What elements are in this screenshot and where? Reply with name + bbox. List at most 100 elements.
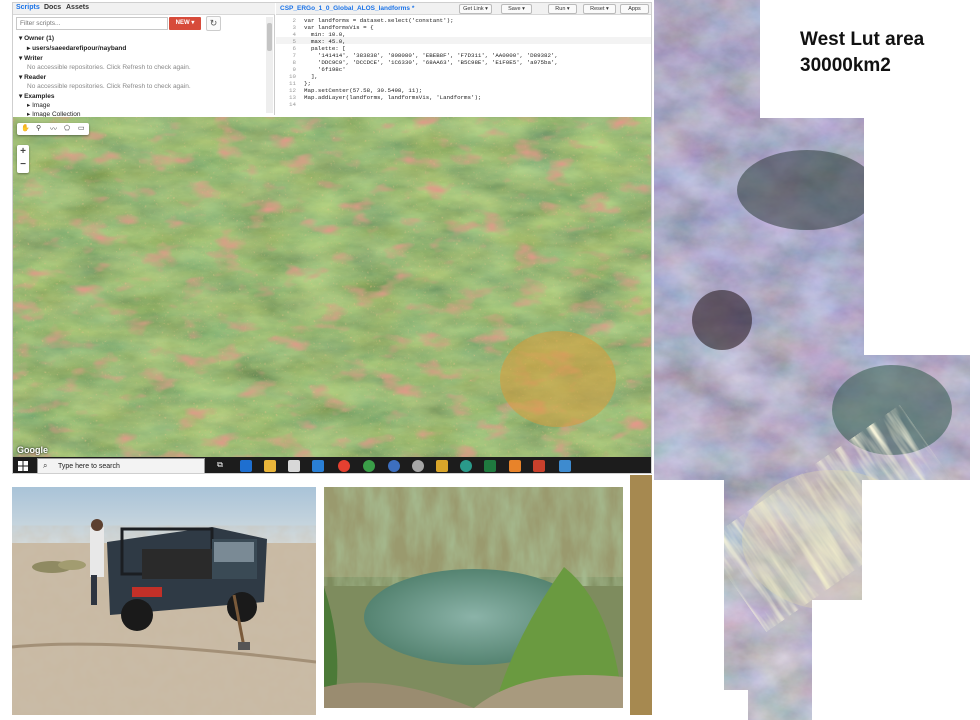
line-number: 3 xyxy=(292,24,296,31)
map-canvas[interactable]: ✋ ⚲ 〰 ⬠ ▭ + − Google xyxy=(13,117,651,457)
google-earth-icon[interactable] xyxy=(363,460,375,472)
button-label: Reset xyxy=(590,6,605,12)
line-number: 5 xyxy=(292,38,296,45)
line-number: 11 xyxy=(289,80,296,87)
line-number: 2 xyxy=(292,17,296,24)
button-label: Save xyxy=(508,6,521,12)
line-number: 10 xyxy=(289,73,296,80)
editor-toolbar: CSP_ERGo_1_0_Global_ALOS_landforms * Get… xyxy=(276,3,651,15)
line-number: 12 xyxy=(289,87,296,94)
taskbar-search[interactable]: ⌕ Type here to search xyxy=(37,458,205,473)
run-button[interactable]: Run ▾ xyxy=(548,4,577,14)
tree-label: Owner (1) xyxy=(24,35,55,42)
tab-docs[interactable]: Docs xyxy=(44,4,61,11)
reset-button[interactable]: Reset ▾ xyxy=(583,4,616,14)
teal-app-icon[interactable] xyxy=(460,460,472,472)
scrollbar-thumb[interactable] xyxy=(267,23,272,51)
zoom-in-button[interactable]: + xyxy=(17,146,29,158)
powerpoint-icon[interactable] xyxy=(533,460,545,472)
tree-label: Writer xyxy=(24,55,43,62)
line-number: 6 xyxy=(292,45,296,52)
filter-scripts-input[interactable] xyxy=(16,17,168,30)
new-script-button[interactable]: NEW ▾ xyxy=(169,17,201,30)
tree-writer[interactable]: ▾ Writer xyxy=(19,54,43,62)
tree-reader[interactable]: ▾ Reader xyxy=(19,73,46,81)
code-line: palette: [ xyxy=(304,45,346,52)
code-line: ], xyxy=(304,73,318,80)
refresh-button[interactable]: ↻ xyxy=(206,16,221,31)
tab-scripts[interactable]: Scripts xyxy=(16,4,40,11)
save-button[interactable]: Save ▾ xyxy=(501,4,532,14)
photo-oasis-pond xyxy=(324,487,623,708)
tree-label: users/saeedarefipour/nayband xyxy=(32,45,127,52)
code-line: 'DDC9C9', 'DCCDCE', '1C6330', '68AA63', … xyxy=(304,59,558,66)
code-editor: CSP_ERGo_1_0_Global_ALOS_landforms * Get… xyxy=(276,3,651,115)
orange-app-icon[interactable] xyxy=(509,460,521,472)
new-button-label: NEW xyxy=(175,20,190,26)
satellite-image-west-lut xyxy=(654,0,970,720)
tab-assets[interactable]: Assets xyxy=(66,4,89,11)
line-number: 13 xyxy=(289,94,296,101)
tree-image[interactable]: ▸ Image xyxy=(27,101,50,109)
code-line: '141414', '383838', '808080', 'EBEB8F', … xyxy=(304,52,558,59)
tree-label: Reader xyxy=(24,74,47,81)
search-placeholder: Type here to search xyxy=(58,463,120,470)
map-title: West Lut area 30000km2 xyxy=(800,27,924,79)
line-icon[interactable]: 〰 xyxy=(50,124,57,134)
button-label: Run xyxy=(555,6,566,12)
grid-app-icon[interactable] xyxy=(436,460,448,472)
rectangle-icon[interactable]: ▭ xyxy=(78,124,85,132)
refresh-icon: ↻ xyxy=(209,18,218,28)
title-line-2: 30000km2 xyxy=(800,55,891,76)
button-label: Apps xyxy=(628,6,641,12)
windows-taskbar: ⌕ Type here to search ⧉ xyxy=(13,457,651,473)
hand-icon[interactable]: ✋ xyxy=(21,124,30,132)
scripts-panel: Scripts Docs Assets NEW ▾ ↻ ▾ Owner (1) … xyxy=(13,3,275,118)
button-label: Get Link xyxy=(463,6,484,12)
mail-icon[interactable] xyxy=(312,460,324,472)
earth-engine-editor: Scripts Docs Assets NEW ▾ ↻ ▾ Owner (1) … xyxy=(12,2,652,474)
line-number: 7 xyxy=(292,52,296,59)
store-icon[interactable] xyxy=(288,460,300,472)
photo-truck-desert xyxy=(12,487,316,715)
line-number: 8 xyxy=(292,59,296,66)
get-link-button[interactable]: Get Link ▾ xyxy=(459,4,492,14)
marker-icon[interactable]: ⚲ xyxy=(36,124,41,132)
tree-reader-empty: No accessible repositories. Click Refres… xyxy=(27,83,191,90)
globe-icon[interactable] xyxy=(412,460,424,472)
file-tab[interactable]: CSP_ERGo_1_0_Global_ALOS_landforms * xyxy=(278,3,416,15)
chrome-icon[interactable] xyxy=(338,460,350,472)
google-attribution: Google xyxy=(17,445,48,455)
task-view-icon[interactable]: ⧉ xyxy=(214,460,226,472)
drawing-tools: ✋ ⚲ 〰 ⬠ ▭ xyxy=(17,123,89,135)
apps-button[interactable]: Apps xyxy=(620,4,649,14)
tree-writer-empty: No accessible repositories. Click Refres… xyxy=(27,64,191,71)
code-line: max: 45.0, xyxy=(304,38,346,45)
landforms-layer xyxy=(13,117,651,457)
code-line: '6f198c' xyxy=(304,66,346,73)
tree-repo[interactable]: ▸ users/saeedarefipour/nayband xyxy=(27,44,126,52)
photo-strip-edge xyxy=(630,475,652,715)
zoom-control: + − xyxy=(17,145,29,173)
line-number: 9 xyxy=(292,66,296,73)
tree-examples[interactable]: ▾ Examples xyxy=(19,92,54,100)
code-line: Map.setCenter(57.58, 30.5498, 11); xyxy=(304,87,423,94)
excel-icon[interactable] xyxy=(484,460,496,472)
code-line: var landforms = dataset.select('constant… xyxy=(304,17,454,24)
title-line-1: West Lut area xyxy=(800,29,925,50)
zoom-out-button[interactable]: − xyxy=(17,159,29,171)
code-line: min: 10.0, xyxy=(304,31,346,38)
edge-icon[interactable] xyxy=(240,460,252,472)
code-line: Map.addLayer(landforms, landformsVis, 'L… xyxy=(304,94,482,101)
tree-label: Image xyxy=(32,102,51,109)
code-line: }; xyxy=(304,80,311,87)
file-explorer-icon[interactable] xyxy=(264,460,276,472)
tree-owner[interactable]: ▾ Owner (1) xyxy=(19,34,54,42)
code-line: var landformsVis = { xyxy=(304,24,374,31)
map-app-icon[interactable] xyxy=(559,460,571,472)
app-blue-icon[interactable] xyxy=(388,460,400,472)
polygon-icon[interactable]: ⬠ xyxy=(64,124,70,132)
search-icon: ⌕ xyxy=(43,461,48,470)
line-number: 4 xyxy=(292,31,296,38)
windows-start-icon[interactable] xyxy=(18,461,28,471)
